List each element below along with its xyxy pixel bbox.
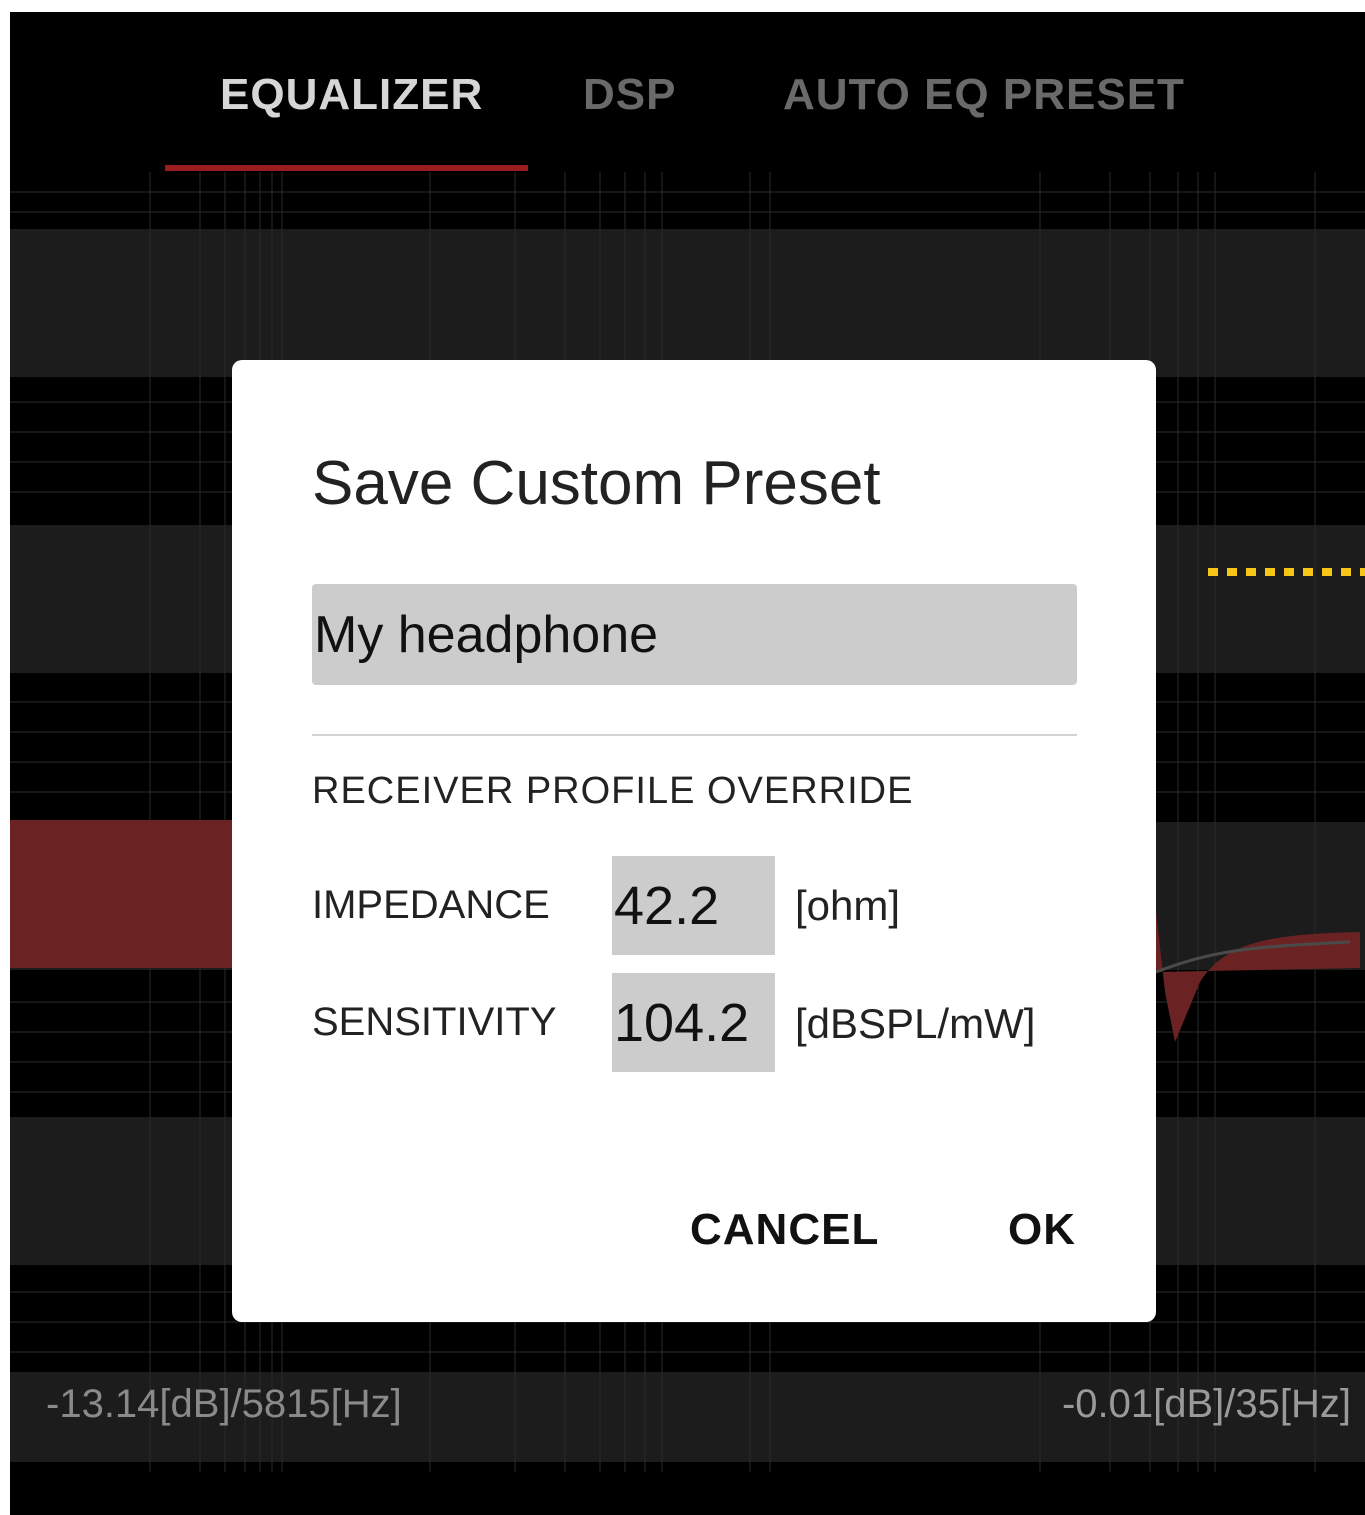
tab-bar: EQUALIZER DSP AUTO EQ PRESET [10,12,1365,172]
preset-name-input[interactable] [312,584,1077,685]
cancel-button[interactable]: CANCEL [690,1205,879,1255]
impedance-label: IMPEDANCE [312,883,550,927]
impedance-unit: [ohm] [795,882,901,929]
sensitivity-label: SENSITIVITY [312,1000,557,1044]
save-preset-dialog: Save Custom Preset RECEIVER PROFILE OVER… [232,360,1156,1322]
readout-right: -0.01[dB]/35[Hz] [1061,1382,1351,1426]
tab-equalizer[interactable]: EQUALIZER [220,70,483,120]
impedance-input[interactable] [612,856,775,955]
sensitivity-unit: [dBSPL/mW] [795,1000,1036,1047]
dialog-title: Save Custom Preset [312,449,881,518]
readout-left: -13.14[dB]/5815[Hz] [46,1382,402,1426]
section-label: RECEIVER PROFILE OVERRIDE [312,770,914,812]
tab-dsp[interactable]: DSP [583,70,676,120]
ok-button[interactable]: OK [1008,1205,1076,1255]
curve-fill-left [10,820,240,968]
divider [312,734,1077,736]
app-window: EQUALIZER DSP AUTO EQ PRESET -13.14[dB]/… [10,12,1365,1515]
active-tab-indicator [165,165,528,171]
tab-auto-eq-preset[interactable]: AUTO EQ PRESET [783,70,1185,120]
sensitivity-input[interactable] [612,973,775,1072]
curve-fill-right [1156,912,1360,1042]
